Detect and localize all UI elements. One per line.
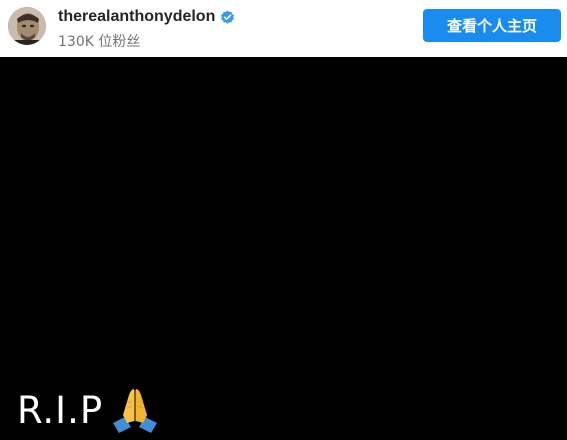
view-profile-button[interactable]: 查看个人主页 [423,9,561,42]
avatar[interactable] [8,7,46,45]
caption-text: R.I.P [17,388,104,432]
username[interactable]: therealanthonydelon [58,8,235,26]
post-caption: R.I.P [17,385,161,435]
username-text[interactable]: therealanthonydelon [58,8,215,26]
verified-badge-icon [220,10,235,25]
post-image: R.I.P [0,57,567,433]
profile-header: therealanthonydelon 130K 位粉丝 查看个人主页 [0,0,567,57]
follower-count: 130K 位粉丝 [58,34,141,50]
folded-hands-icon [109,385,161,435]
